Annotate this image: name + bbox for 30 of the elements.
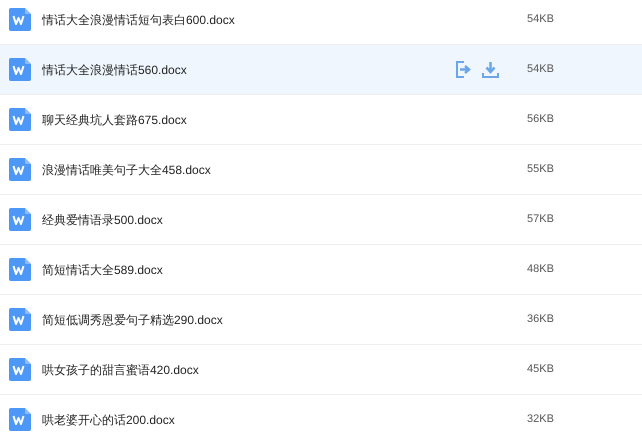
file-name: 哄老婆开心的话200.docx — [42, 412, 175, 428]
word-document-icon — [9, 208, 31, 231]
file-name: 简短低调秀恩爱句子精选290.docx — [42, 312, 223, 328]
file-size: 48KB — [527, 262, 555, 278]
word-document-icon — [9, 8, 31, 31]
file-size: 56KB — [527, 112, 555, 128]
word-document-icon — [9, 408, 31, 431]
word-document-icon — [9, 358, 31, 381]
file-row[interactable]: 情话大全浪漫情话560.docx 54KB — [0, 45, 642, 95]
word-document-icon — [9, 258, 31, 281]
file-name: 情话大全浪漫情话560.docx — [42, 62, 187, 78]
move-to-icon[interactable] — [456, 61, 472, 78]
file-name: 浪漫情话唯美句子大全458.docx — [42, 162, 211, 178]
file-name: 情话大全浪漫情话短句表白600.docx — [42, 12, 235, 28]
file-size: 32KB — [527, 412, 555, 428]
file-size: 54KB — [527, 12, 555, 28]
file-size: 54KB — [527, 62, 555, 78]
download-icon[interactable] — [482, 62, 499, 78]
word-document-icon — [9, 108, 31, 131]
file-name: 经典爱情语录500.docx — [42, 212, 163, 228]
word-document-icon — [9, 308, 31, 331]
file-size: 45KB — [527, 362, 555, 378]
file-name: 聊天经典坑人套路675.docx — [42, 112, 187, 128]
file-name: 简短情话大全589.docx — [42, 262, 163, 278]
file-size: 55KB — [527, 162, 555, 178]
file-size: 57KB — [527, 212, 555, 228]
file-size: 36KB — [527, 312, 555, 328]
file-name: 哄女孩子的甜言蜜语420.docx — [42, 362, 199, 378]
word-document-icon — [9, 158, 31, 181]
word-document-icon — [9, 58, 31, 81]
